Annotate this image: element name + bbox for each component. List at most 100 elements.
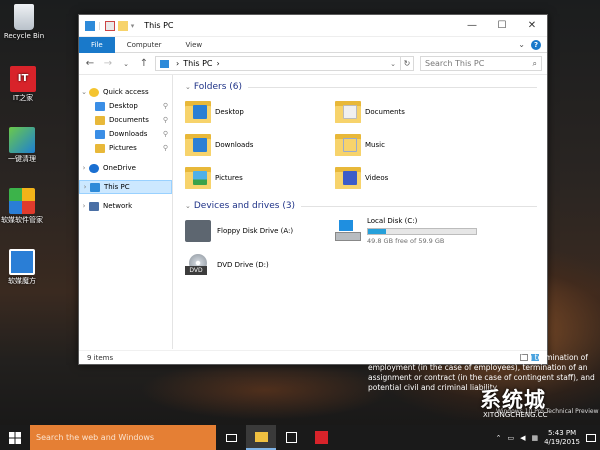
up-arrow-icon[interactable]: ↑ [137, 58, 151, 69]
ribbon-tabs: File Computer View ⌄ ? [79, 36, 547, 53]
desktop-icon-mofang[interactable]: 软媒魔方 [0, 249, 44, 286]
refresh-icon[interactable]: ↻ [400, 56, 414, 71]
new-folder-icon[interactable] [117, 20, 128, 31]
cloud-icon [89, 163, 99, 173]
desktop-folder-icon [185, 99, 211, 125]
taskbar-ithome[interactable] [306, 425, 336, 450]
navigation-pane: ⌄ Quick access Desktop ⚲ Documents ⚲ Dow… [79, 75, 173, 349]
desktop-icon-label: IT之家 [12, 94, 34, 102]
drive-local-disk-c[interactable]: Local Disk (C:) 49.8 GB free of 59.9 GB [335, 214, 485, 248]
taskbar-search-box[interactable]: Search the web and Windows [30, 425, 216, 450]
computer-icon [160, 59, 169, 68]
close-icon[interactable]: ✕ [517, 16, 547, 36]
network-icon[interactable]: ▭ [507, 434, 514, 442]
desktop-icon-cleanup[interactable]: 一键清理 [0, 127, 44, 164]
pin-icon[interactable]: ⚲ [163, 102, 168, 110]
window-title: This PC [144, 21, 174, 30]
content-pane: ⌄ Folders (6) Desktop Documents Download… [173, 75, 547, 349]
drive-dvd[interactable]: DVD DVD Drive (D:) [185, 248, 335, 282]
folder-pictures[interactable]: Pictures [185, 161, 335, 194]
folder-music[interactable]: Music [335, 128, 485, 161]
breadcrumb-separator: › [216, 59, 220, 68]
nav-item-downloads[interactable]: Downloads ⚲ [79, 127, 172, 141]
cleanup-icon [9, 127, 35, 153]
ribbon-right: ⌄ ? [518, 39, 547, 50]
folder-desktop[interactable]: Desktop [185, 95, 335, 128]
folders-group-header[interactable]: ⌄ Folders (6) [185, 79, 547, 95]
nav-item-documents[interactable]: Documents ⚲ [79, 113, 172, 127]
store-icon [285, 432, 297, 443]
file-explorer-window: | ▾ This PC — ☐ ✕ File Computer View ⌄ ?… [78, 14, 548, 365]
chevron-right-icon[interactable]: › [80, 183, 90, 191]
chevron-down-icon: ⌄ [185, 202, 191, 210]
folder-label: Downloads [215, 140, 254, 149]
properties-icon[interactable] [104, 20, 115, 31]
start-button[interactable] [0, 425, 30, 450]
group-divider [301, 205, 537, 207]
nav-item-quick-access[interactable]: ⌄ Quick access [79, 85, 172, 99]
clock-time: 5:43 PM [547, 428, 577, 437]
pin-icon[interactable]: ⚲ [163, 130, 168, 138]
folder-documents[interactable]: Documents [335, 95, 485, 128]
volume-icon[interactable]: ◀ [520, 434, 525, 442]
chevron-up-icon[interactable]: ⌃ [496, 434, 502, 442]
chevron-down-icon[interactable]: ⌄ [79, 88, 89, 96]
ithome-icon [314, 431, 328, 444]
folder-downloads[interactable]: Downloads [185, 128, 335, 161]
recent-locations-icon[interactable]: ⌄ [119, 60, 133, 68]
nav-item-desktop[interactable]: Desktop ⚲ [79, 99, 172, 113]
address-dropdown-icon[interactable]: ⌄ [390, 60, 396, 68]
item-count: 9 items [87, 353, 114, 362]
window-controls: — ☐ ✕ [457, 16, 547, 36]
computer-icon [85, 20, 95, 31]
pin-icon[interactable]: ⚲ [163, 116, 168, 124]
nav-item-pictures[interactable]: Pictures ⚲ [79, 141, 172, 155]
desktop-icon-recycle-bin[interactable]: Recycle Bin [2, 4, 46, 41]
forward-arrow-icon[interactable]: → [101, 58, 115, 69]
tab-view[interactable]: View [174, 37, 215, 53]
drive-free-space: 49.8 GB free of 59.9 GB [367, 237, 445, 245]
chevron-right-icon[interactable]: › [79, 202, 89, 210]
wallpaper-glow-lower [140, 360, 390, 420]
desktop-icon-label: 软媒魔方 [8, 277, 36, 285]
search-input[interactable]: Search This PC ⌕ [420, 56, 542, 71]
recycle-bin-icon [14, 4, 34, 30]
drives-group-header[interactable]: ⌄ Devices and drives (3) [185, 198, 547, 214]
nav-item-label: OneDrive [103, 164, 136, 172]
expand-ribbon-icon[interactable]: ⌄ [518, 40, 525, 49]
pin-icon[interactable]: ⚲ [163, 144, 168, 152]
maximize-icon[interactable]: ☐ [487, 16, 517, 36]
tab-file[interactable]: File [79, 36, 115, 53]
folder-label: Documents [365, 107, 405, 116]
group-title: Devices and drives (3) [193, 201, 296, 211]
keyboard-icon[interactable]: ▦ [531, 434, 538, 442]
quick-access-dropdown-icon[interactable]: ▾ [131, 22, 135, 30]
nav-item-onedrive[interactable]: › OneDrive [79, 161, 172, 175]
documents-folder-icon [95, 115, 105, 125]
folder-label: Videos [365, 173, 389, 182]
back-arrow-icon[interactable]: ← [83, 58, 97, 69]
chevron-right-icon[interactable]: › [79, 164, 89, 172]
breadcrumb-this-pc[interactable]: This PC [183, 59, 212, 68]
tab-computer[interactable]: Computer [115, 37, 174, 53]
taskbar-store[interactable] [276, 425, 306, 450]
taskbar-file-explorer[interactable] [246, 425, 276, 450]
folder-videos[interactable]: Videos [335, 161, 485, 194]
desktop-icon-software-manager[interactable]: 软媒软件管家 [0, 188, 44, 225]
nav-item-label: Network [103, 202, 133, 210]
drive-floppy[interactable]: Floppy Disk Drive (A:) [185, 214, 335, 248]
minimize-icon[interactable]: — [457, 16, 487, 36]
nav-item-this-pc[interactable]: › This PC [79, 180, 172, 194]
task-view-button[interactable] [216, 425, 246, 450]
chevron-down-icon: ⌄ [185, 83, 191, 91]
clock[interactable]: 5:43 PM 4/19/2015 [544, 429, 580, 447]
taskbar-search-placeholder: Search the web and Windows [36, 433, 155, 442]
desktop-icon-ithome[interactable]: IT IT之家 [1, 66, 45, 103]
breadcrumb-separator: › [176, 59, 180, 68]
notifications-icon[interactable] [586, 433, 596, 442]
desktop-icon-label: 软媒软件管家 [1, 216, 43, 224]
nav-item-network[interactable]: › Network [79, 199, 172, 213]
help-icon[interactable]: ? [531, 39, 541, 50]
drive-usage-bar [367, 228, 477, 235]
address-bar[interactable]: › This PC › ⌄ [155, 56, 401, 71]
